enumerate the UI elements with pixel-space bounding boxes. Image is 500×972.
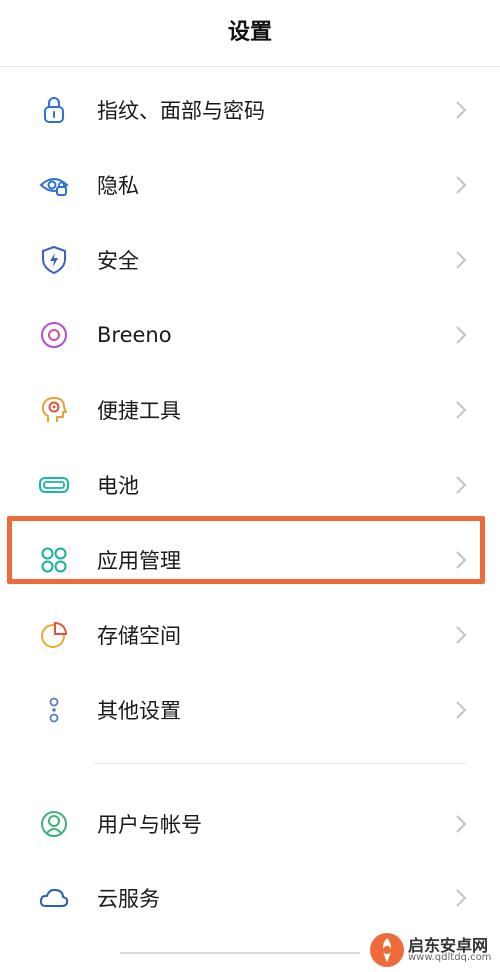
storage-pie-icon: [38, 619, 70, 651]
settings-item-storage[interactable]: 存储空间: [0, 597, 500, 672]
chevron-right-icon: [452, 698, 470, 722]
chevron-right-icon: [452, 98, 470, 122]
settings-item-label: 存储空间: [97, 623, 181, 648]
settings-item-label: 电池: [97, 473, 139, 498]
more-dots-icon: [38, 694, 70, 726]
cloud-icon: [38, 882, 70, 914]
watermark-logo-icon: [368, 932, 406, 968]
settings-item-users-accounts[interactable]: 用户与帐号: [0, 786, 500, 861]
chevron-right-icon: [452, 398, 470, 422]
settings-item-biometrics-password[interactable]: 指纹、面部与密码: [0, 72, 500, 147]
watermark-url: www.qdltdq.com: [408, 952, 492, 963]
settings-item-label: 其他设置: [97, 698, 181, 723]
settings-item-battery[interactable]: 电池: [0, 447, 500, 522]
bottom-separator: [120, 952, 360, 954]
app-grid-icon: [38, 544, 70, 576]
settings-item-privacy[interactable]: 隐私: [0, 147, 500, 222]
chevron-right-icon: [452, 623, 470, 647]
battery-icon: [38, 469, 70, 501]
lock-icon: [38, 94, 70, 126]
head-gear-icon: [38, 394, 70, 426]
settings-item-breeno[interactable]: Breeno: [0, 297, 500, 372]
settings-item-label: 云服务: [97, 886, 160, 911]
section-divider: [94, 763, 466, 764]
chevron-right-icon: [452, 473, 470, 497]
settings-item-shortcut-tools[interactable]: 便捷工具: [0, 372, 500, 447]
settings-item-label: 指纹、面部与密码: [97, 98, 265, 123]
settings-item-cloud-service[interactable]: 云服务: [0, 860, 500, 935]
chevron-right-icon: [452, 173, 470, 197]
settings-item-app-management[interactable]: 应用管理: [0, 522, 500, 597]
chevron-right-icon: [452, 886, 470, 910]
chevron-right-icon: [452, 812, 470, 836]
chevron-right-icon: [452, 248, 470, 272]
settings-item-label: 隐私: [97, 173, 139, 198]
breeno-icon: [38, 319, 70, 351]
settings-item-label: 便捷工具: [97, 398, 181, 423]
chevron-right-icon: [452, 323, 470, 347]
chevron-right-icon: [452, 548, 470, 572]
privacy-eye-icon: [38, 169, 70, 201]
settings-item-security[interactable]: 安全: [0, 222, 500, 297]
settings-item-label: Breeno: [97, 322, 172, 347]
settings-item-label: 应用管理: [97, 548, 181, 573]
settings-item-label: 安全: [97, 248, 139, 273]
settings-item-other-settings[interactable]: 其他设置: [0, 672, 500, 747]
shield-icon: [38, 244, 70, 276]
top-bar: 设置: [0, 0, 500, 67]
watermark: 启东安卓网 www.qdltdq.com: [368, 930, 498, 970]
page-title: 设置: [227, 20, 272, 45]
settings-item-label: 用户与帐号: [97, 812, 202, 837]
user-icon: [38, 808, 70, 840]
